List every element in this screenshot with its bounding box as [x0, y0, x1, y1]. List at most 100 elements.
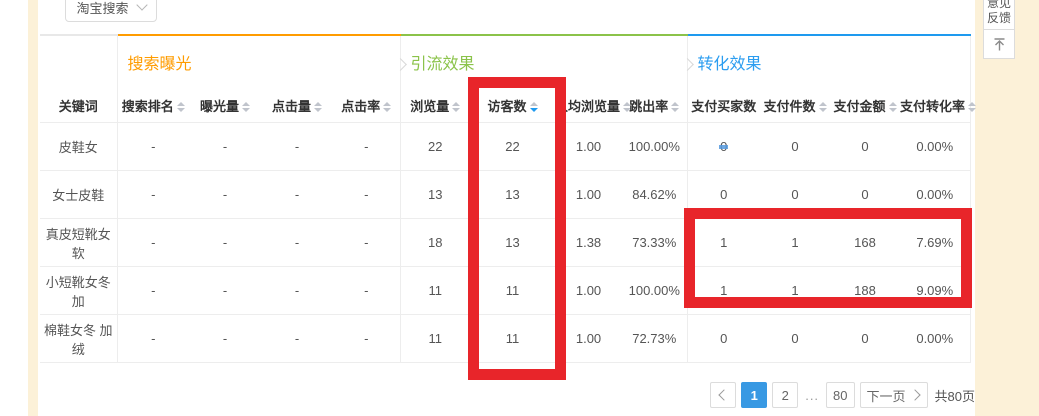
arrow-to-top-icon — [992, 37, 1007, 52]
cell-value: 0.00% — [916, 139, 953, 154]
group-header-spacer — [40, 35, 117, 88]
cell-value: 0.00% — [916, 331, 953, 346]
column-header-label: 搜索排名 — [122, 99, 174, 114]
pagination-page-1[interactable]: 1 — [741, 382, 767, 408]
feedback-button[interactable]: 意见 反馈 — [983, 0, 1015, 30]
keyword-link[interactable]: 皮鞋女 — [40, 123, 117, 171]
column-header-label: 浏览量 — [410, 99, 449, 114]
cell-value: - — [364, 331, 368, 346]
cell-value: 13 — [505, 187, 519, 202]
cell-pageviews: 18 — [400, 219, 470, 267]
feedback-label-line2: 反馈 — [987, 11, 1011, 26]
cell-value: - — [151, 331, 155, 346]
column-header-pageviews[interactable]: 浏览量 — [400, 88, 470, 123]
pagination-page-2[interactable]: 2 — [772, 382, 798, 408]
cell-pay-items: 1 — [760, 219, 830, 267]
sort-arrows-icon[interactable] — [452, 102, 460, 112]
column-header-visitors[interactable]: 访客数 — [470, 88, 555, 123]
cell-value: 11 — [429, 283, 443, 298]
sort-arrows-icon[interactable] — [177, 102, 185, 112]
cell-visitors: 11 — [470, 315, 555, 363]
cell-bounce-rate: 72.73% — [622, 315, 687, 363]
cell-value: 0.00% — [916, 187, 953, 202]
pagination-ellipsis: ... — [803, 388, 821, 403]
cell-avg-pageviews: 1.00 — [555, 267, 622, 315]
column-header-pay-items[interactable]: 支付件数 — [760, 88, 830, 123]
column-header-pay-amount[interactable]: 支付金额 — [830, 88, 900, 123]
cell-value: 13 — [505, 235, 519, 250]
cell-impressions: - — [189, 123, 261, 171]
cell-avg-pageviews: 1.00 — [555, 171, 622, 219]
channel-select[interactable]: 淘宝搜索 — [65, 0, 157, 22]
cell-visitors: 11 — [470, 267, 555, 315]
sort-arrows-icon[interactable] — [383, 102, 391, 112]
column-header-bounce-rate[interactable]: 跳出率 — [622, 88, 687, 123]
sort-arrows-icon[interactable] — [889, 102, 897, 112]
cell-value: 1.38 — [576, 235, 601, 250]
cell-value: - — [295, 283, 299, 298]
cell-value: 0 — [791, 187, 798, 202]
cell-value: - — [151, 139, 155, 154]
group-title-search-exposure: 搜索曝光 — [118, 56, 192, 73]
cell-bounce-rate: 73.33% — [622, 219, 687, 267]
cell-search-rank: - — [117, 123, 189, 171]
cell-avg-pageviews: 1.00 — [555, 315, 622, 363]
cell-value: - — [295, 331, 299, 346]
column-header-impressions[interactable]: 曝光量 — [189, 88, 261, 123]
column-header-label: 支付金额 — [834, 99, 886, 114]
cell-search-rank: - — [117, 315, 189, 363]
group-header-search-exposure: 搜索曝光 — [117, 35, 400, 88]
cell-value: 11 — [506, 331, 520, 346]
cell-pay-amount: 168 — [830, 219, 900, 267]
column-header-pay-buyers: 支付买家数 — [687, 88, 760, 123]
pagination-prev-button[interactable] — [710, 382, 736, 408]
column-header-avg-pageviews[interactable]: 人均浏览量 — [555, 88, 622, 123]
cell-value: - — [151, 283, 155, 298]
cell-pay-amount: 0 — [830, 171, 900, 219]
cell-pay-buyers: 1 — [687, 219, 760, 267]
cell-value: 0 — [720, 187, 727, 202]
pagination-total-pages: 共80页 — [935, 386, 975, 405]
column-header-ctr[interactable]: 点击率 — [333, 88, 400, 123]
pagination: 12... 80下一页共80页 — [710, 382, 975, 408]
cell-bounce-rate: 84.62% — [622, 171, 687, 219]
back-to-top-button[interactable] — [983, 29, 1015, 59]
cell-impressions: - — [189, 267, 261, 315]
keyword-link[interactable]: 真皮短靴女 软 — [40, 219, 117, 267]
cell-search-rank: - — [117, 219, 189, 267]
cell-value: 1 — [720, 235, 727, 250]
cell-visitors: 13 — [470, 219, 555, 267]
sort-arrows-icon[interactable] — [314, 102, 322, 112]
cell-impressions: - — [189, 315, 261, 363]
cell-value: 1 — [791, 235, 798, 250]
sort-arrows-icon[interactable] — [968, 102, 976, 112]
column-header-clicks[interactable]: 点击量 — [261, 88, 333, 123]
sort-arrows-icon[interactable] — [530, 102, 538, 112]
cell-value: 73.33% — [632, 235, 676, 250]
keyword-link[interactable]: 女士皮鞋 — [40, 171, 117, 219]
column-header-label: 支付件数 — [764, 99, 816, 114]
pagination-next-button[interactable]: 下一页 — [860, 382, 928, 408]
column-header-label: 人均浏览量 — [555, 99, 620, 114]
keyword-link[interactable]: 棉鞋女冬 加绒 — [40, 315, 117, 363]
page: 淘宝搜索 搜索曝光 引流效果 转化效果 关键词搜索排名曝光量点击量点击率浏览量访… — [0, 0, 1039, 416]
column-header-search-rank[interactable]: 搜索排名 — [117, 88, 189, 123]
column-header-label: 点击量 — [272, 99, 311, 114]
cell-ctr: - — [333, 219, 400, 267]
cell-clicks: - — [261, 123, 333, 171]
column-header-row: 关键词搜索排名曝光量点击量点击率浏览量访客数人均浏览量跳出率支付买家数支付件数支… — [40, 88, 970, 123]
column-header-label: 点击率 — [341, 99, 380, 114]
cell-pay-buyers: 0 — [687, 123, 760, 171]
cell-pay-conversion: 7.69% — [900, 219, 970, 267]
cell-value: 18 — [428, 235, 442, 250]
keyword-link[interactable]: 小短靴女冬加 — [40, 267, 117, 315]
cell-pay-conversion: 0.00% — [900, 123, 970, 171]
sort-arrows-icon[interactable] — [671, 102, 679, 112]
cell-value: - — [223, 283, 227, 298]
cell-value: 11 — [429, 331, 443, 346]
sort-arrows-icon[interactable] — [819, 102, 827, 112]
column-header-pay-conversion[interactable]: 支付转化率 — [900, 88, 970, 123]
sort-arrows-icon[interactable] — [242, 102, 250, 112]
pagination-page-80[interactable]: 80 — [826, 382, 854, 408]
floating-widget: 意见 反馈 — [983, 0, 1015, 59]
